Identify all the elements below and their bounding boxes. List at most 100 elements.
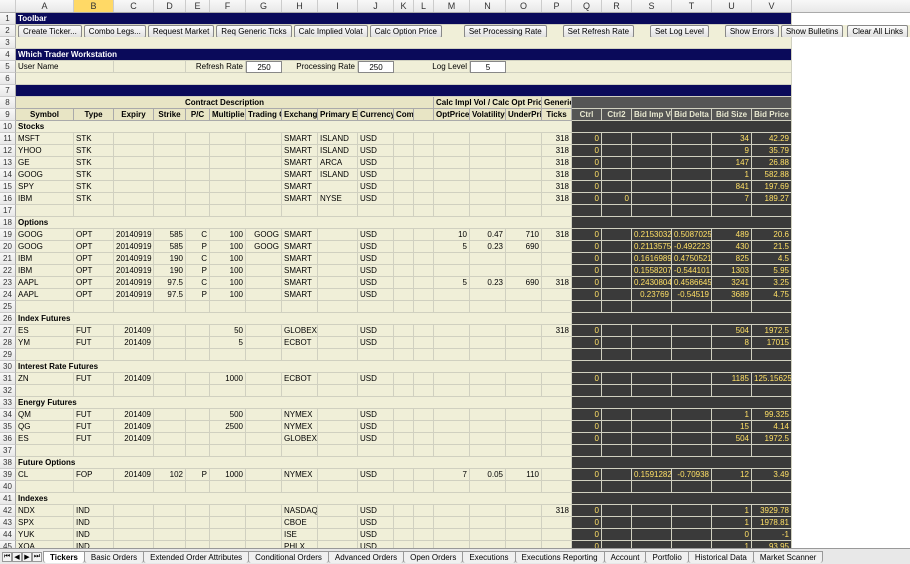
data-cell[interactable] (672, 157, 712, 169)
data-cell[interactable]: 0.1616989 (632, 253, 672, 265)
data-cell[interactable]: YM (16, 337, 74, 349)
data-cell[interactable] (632, 409, 672, 421)
data-cell[interactable] (632, 193, 672, 205)
data-cell[interactable] (752, 301, 792, 313)
data-cell[interactable]: USD (358, 193, 394, 205)
data-cell[interactable] (672, 385, 712, 397)
data-cell[interactable]: 201409 (114, 421, 154, 433)
data-cell[interactable] (602, 289, 632, 301)
col-header-S[interactable]: S (632, 0, 672, 12)
data-cell[interactable] (506, 181, 542, 193)
data-cell[interactable]: SMART (282, 157, 318, 169)
data-cell[interactable]: USD (358, 469, 394, 481)
data-cell[interactable] (114, 541, 154, 548)
data-cell[interactable] (470, 157, 506, 169)
data-cell[interactable] (154, 349, 186, 361)
data-cell[interactable]: 430 (712, 241, 752, 253)
data-cell[interactable] (712, 349, 752, 361)
data-cell[interactable] (434, 193, 470, 205)
data-cell[interactable]: 35.79 (752, 145, 792, 157)
data-cell[interactable] (506, 433, 542, 445)
data-cell[interactable] (602, 265, 632, 277)
col-header-Q[interactable]: Q (572, 0, 602, 12)
data-cell[interactable] (434, 265, 470, 277)
data-cell[interactable] (572, 385, 602, 397)
data-cell[interactable] (632, 445, 672, 457)
data-cell[interactable] (210, 385, 246, 397)
data-cell[interactable]: SPX (16, 517, 74, 529)
toolbar-button[interactable]: Set Processing Rate (464, 25, 547, 37)
col-header-F[interactable]: F (210, 0, 246, 12)
data-cell[interactable] (154, 133, 186, 145)
data-cell[interactable]: SMART (282, 265, 318, 277)
data-cell[interactable] (712, 481, 752, 493)
data-cell[interactable] (470, 409, 506, 421)
data-cell[interactable] (470, 337, 506, 349)
select-all-corner[interactable] (0, 0, 16, 12)
col-L[interactable] (414, 109, 434, 121)
data-cell[interactable]: USD (358, 277, 394, 289)
data-cell[interactable]: 1 (712, 505, 752, 517)
data-cell[interactable]: 100 (210, 289, 246, 301)
data-cell[interactable] (602, 541, 632, 548)
data-cell[interactable] (434, 445, 470, 457)
data-cell[interactable]: 5 (434, 241, 470, 253)
data-cell[interactable]: SMART (282, 145, 318, 157)
data-cell[interactable]: NYMEX (282, 421, 318, 433)
data-cell[interactable]: 0 (572, 181, 602, 193)
data-cell[interactable] (602, 505, 632, 517)
data-cell[interactable] (186, 181, 210, 193)
data-cell[interactable] (602, 169, 632, 181)
data-cell[interactable]: SMART (282, 289, 318, 301)
data-cell[interactable] (632, 145, 672, 157)
col-H[interactable]: Exchange (282, 109, 318, 121)
col-header-A[interactable]: A (16, 0, 74, 12)
row-header[interactable]: 17 (0, 205, 16, 217)
data-cell[interactable] (414, 277, 434, 289)
data-cell[interactable] (414, 241, 434, 253)
data-cell[interactable] (672, 445, 712, 457)
data-cell[interactable]: 20.6 (752, 229, 792, 241)
data-cell[interactable]: ES (16, 325, 74, 337)
data-cell[interactable] (506, 145, 542, 157)
data-cell[interactable] (434, 205, 470, 217)
data-cell[interactable] (74, 385, 114, 397)
data-cell[interactable] (114, 181, 154, 193)
data-cell[interactable]: 1972.5 (752, 325, 792, 337)
data-cell[interactable] (394, 325, 414, 337)
data-cell[interactable]: ISLAND (318, 145, 358, 157)
data-cell[interactable] (712, 445, 752, 457)
row-header[interactable]: 10 (0, 121, 16, 133)
data-cell[interactable]: 2500 (210, 421, 246, 433)
data-cell[interactable] (318, 445, 358, 457)
data-cell[interactable] (210, 181, 246, 193)
data-cell[interactable] (246, 253, 282, 265)
data-cell[interactable] (114, 145, 154, 157)
data-cell[interactable] (572, 205, 602, 217)
data-cell[interactable] (752, 349, 792, 361)
data-cell[interactable] (506, 133, 542, 145)
row-header[interactable]: 26 (0, 313, 16, 325)
data-cell[interactable]: FUT (74, 325, 114, 337)
data-cell[interactable] (672, 409, 712, 421)
data-cell[interactable] (394, 517, 414, 529)
col-header-E[interactable]: E (186, 0, 210, 12)
data-cell[interactable] (542, 421, 572, 433)
data-cell[interactable]: SMART (282, 253, 318, 265)
data-cell[interactable] (434, 133, 470, 145)
data-cell[interactable] (246, 481, 282, 493)
data-cell[interactable] (414, 301, 434, 313)
data-cell[interactable] (672, 301, 712, 313)
data-cell[interactable] (318, 229, 358, 241)
row-header[interactable]: 14 (0, 169, 16, 181)
data-cell[interactable] (414, 145, 434, 157)
data-cell[interactable] (282, 445, 318, 457)
data-cell[interactable] (358, 445, 394, 457)
data-cell[interactable] (602, 277, 632, 289)
data-cell[interactable] (632, 421, 672, 433)
data-cell[interactable]: 489 (712, 229, 752, 241)
toolbar-button[interactable]: Set Log Level (650, 25, 709, 37)
data-cell[interactable]: FOP (74, 469, 114, 481)
data-cell[interactable] (358, 481, 394, 493)
data-cell[interactable]: 0 (572, 325, 602, 337)
